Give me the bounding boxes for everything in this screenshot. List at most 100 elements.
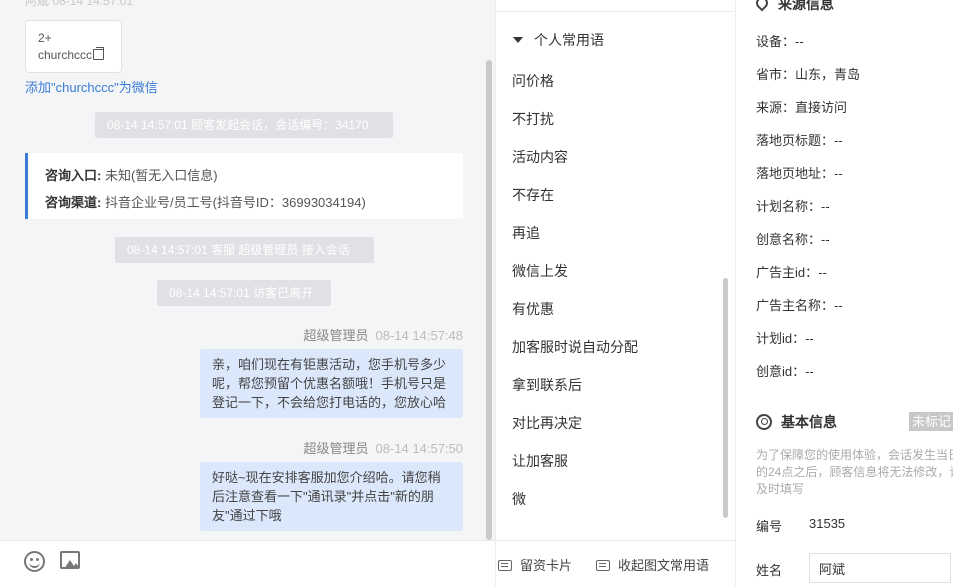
consult-channel-label: 咨询渠道: (45, 195, 102, 210)
id-label: 编号 (756, 519, 783, 534)
edit-notice: 为了保障您的使用体验，会话发生当日的24点之后，顾客信息将无法修改，请及时填写 (756, 448, 953, 496)
phrase-item[interactable]: 加客服时说自动分配 (512, 328, 638, 366)
phrase-group-title: 个人常用语 (534, 32, 604, 48)
source-info-title: 来源信息 (778, 0, 834, 12)
field-label: 创意名称： (756, 232, 822, 247)
source-field-advertiser-name: 广告主名称：-- (756, 295, 843, 314)
source-field-device: 设备：-- (756, 31, 804, 50)
field-label: 落地页地址： (756, 166, 835, 181)
phrase-item[interactable]: 有优惠 (512, 290, 638, 328)
message-bubble: 好哒~现在安排客服加您介绍哈。请您稍后注意查看一下"通讯录"并点击"新的朋友"通… (200, 462, 463, 531)
message-sender: 超级管理员 08-14 14:57:48 (304, 325, 463, 344)
field-value: -- (818, 265, 827, 280)
status-badge[interactable]: 未标记 (909, 412, 953, 431)
field-value: 直接访问 (795, 100, 848, 115)
phrase-item[interactable]: 对比再决定 (512, 404, 638, 442)
contact-card-line2: churchccc (38, 48, 93, 62)
contact-card-line1: 2+ (38, 31, 52, 45)
message-bubble: 亲，咱们现在有钜惠活动，您手机号多少呢，帮您预留个优惠名额哦！手机号只是登记一下… (200, 349, 463, 418)
field-value: -- (821, 232, 830, 247)
source-field-landing-title: 落地页标题：-- (756, 130, 843, 149)
field-value: -- (795, 34, 804, 49)
add-wechat-link[interactable]: 添加"churchccc"为微信 (25, 77, 158, 96)
field-label: 省市： (756, 67, 796, 82)
common-phrases-panel: 个人常用语 问价格 不打扰 活动内容 不存在 再追 微信上发 有优惠 加客服时说… (495, 0, 735, 586)
phrase-list: 问价格 不打扰 活动内容 不存在 再追 微信上发 有优惠 加客服时说自动分配 拿… (512, 62, 638, 518)
source-field-creative-name: 创意名称：-- (756, 229, 830, 248)
collapse-phrases-button[interactable]: 收起图文常用语 (596, 555, 709, 574)
chat-toolbar (0, 540, 495, 586)
message-time: 08-14 14:57:50 (375, 441, 463, 456)
field-value: -- (834, 133, 843, 148)
system-message: 08-14 14:57:01 客服 超级管理员 接入会话 (115, 237, 374, 263)
field-label: 广告主id： (756, 265, 819, 280)
field-label: 创意id： (756, 364, 806, 379)
consult-entry-value: 未知(暂无入口信息) (104, 168, 218, 183)
source-field-origin: 来源：直接访问 (756, 97, 847, 116)
phrase-item[interactable]: 不存在 (512, 176, 638, 214)
phrase-item[interactable]: 问价格 (512, 62, 638, 100)
phrase-item[interactable]: 微信上发 (512, 252, 638, 290)
customer-info-panel: 来源信息 设备：-- 省市：山东，青岛 来源：直接访问 落地页标题：-- 落地页… (735, 0, 953, 586)
field-value: -- (834, 166, 843, 181)
field-value: 山东，青岛 (795, 67, 861, 82)
source-field-advertiser-id: 广告主id：-- (756, 262, 827, 281)
source-info-header: 来源信息 (753, 0, 834, 14)
field-value: -- (834, 298, 843, 313)
phrase-item[interactable]: 活动内容 (512, 138, 638, 176)
system-message: 08-14 14:57:01 访客已离开 (157, 280, 331, 306)
consult-channel-value: 抖音企业号/员工号(抖音号ID：36993034194) (104, 195, 366, 210)
message-sender: 超级管理员 08-14 14:57:50 (304, 438, 463, 457)
field-label: 来源： (756, 100, 796, 115)
phrase-item[interactable]: 让加客服 (512, 442, 638, 480)
chat-history: 阿斌 08-14 14:57:01 2+ churchccc 添加"church… (0, 0, 495, 540)
copy-icon[interactable] (93, 47, 105, 60)
system-message: 08-14 14:57:01 顾客发起会话，会话编号：34170 (95, 112, 393, 138)
emoji-icon[interactable] (24, 551, 45, 572)
source-field-city: 省市：山东，青岛 (756, 64, 860, 83)
id-value: 31535 (809, 516, 846, 531)
basic-info-title: 基本信息 (781, 414, 837, 430)
source-field-creative-id: 创意id：-- (756, 361, 814, 380)
field-label: 设备： (756, 34, 796, 49)
location-pin-icon (753, 0, 771, 12)
field-label: 广告主名称： (756, 298, 835, 313)
image-icon[interactable] (60, 551, 80, 569)
phrases-header-divider (496, 0, 734, 12)
phrase-item[interactable]: 微 (512, 480, 638, 518)
phrases-footer: 留资卡片 收起图文常用语 (496, 540, 735, 586)
message-card-icon (498, 560, 512, 571)
previous-message-meta: 阿斌 08-14 14:57:01 (25, 0, 134, 8)
name-field[interactable] (809, 553, 951, 583)
field-label: 计划名称： (756, 199, 822, 214)
source-field-landing-url: 落地页地址：-- (756, 163, 843, 182)
phrase-group-header[interactable]: 个人常用语 (513, 30, 604, 50)
source-field-plan-name: 计划名称：-- (756, 196, 830, 215)
phrase-item[interactable]: 拿到联系后 (512, 366, 638, 404)
field-label: 计划id： (756, 331, 806, 346)
phrase-scrollbar[interactable] (723, 278, 728, 518)
phrase-item[interactable]: 再追 (512, 214, 638, 252)
consult-entry-box: 咨询入口: 未知(暂无入口信息) 咨询渠道: 抖音企业号/员工号(抖音号ID：3… (25, 153, 463, 219)
sender-name: 超级管理员 (303, 441, 369, 456)
field-label: 落地页标题： (756, 133, 835, 148)
message-time: 08-14 14:57:48 (375, 328, 463, 343)
name-label: 姓名 (756, 563, 783, 578)
field-value: -- (805, 364, 814, 379)
lead-card-button[interactable]: 留资卡片 (498, 555, 572, 574)
message-card-icon (596, 560, 610, 571)
contact-card[interactable]: 2+ churchccc (25, 20, 122, 73)
caret-down-icon (513, 37, 523, 43)
field-value: -- (805, 331, 814, 346)
phrase-item[interactable]: 不打扰 (512, 100, 638, 138)
chat-panel: 阿斌 08-14 14:57:01 2+ churchccc 添加"church… (0, 0, 495, 586)
lead-card-label: 留资卡片 (520, 558, 573, 573)
collapse-phrases-label: 收起图文常用语 (618, 558, 710, 573)
field-value: -- (821, 199, 830, 214)
chat-scrollbar[interactable] (486, 60, 492, 540)
consult-entry-label: 咨询入口: (45, 168, 102, 183)
user-icon (756, 414, 772, 430)
source-field-plan-id: 计划id：-- (756, 328, 814, 347)
basic-info-header: 基本信息 (756, 412, 837, 432)
sender-name: 超级管理员 (303, 328, 369, 343)
